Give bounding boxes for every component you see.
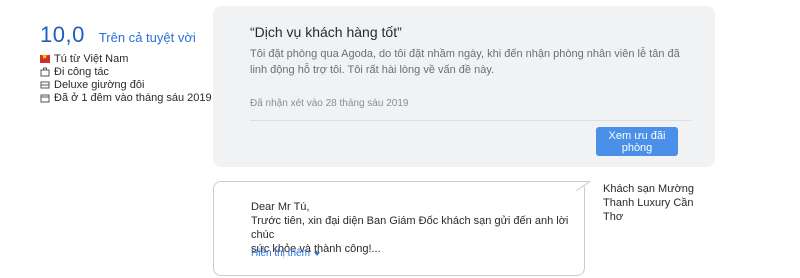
stay-info: Đã ở 1 đêm vào tháng sáu 2019 — [40, 91, 212, 104]
trip-type-text: Đi công tác — [54, 65, 110, 78]
room-type: Deluxe giường đôi — [40, 78, 212, 91]
review-title: “Dịch vụ khách hàng tốt” — [250, 24, 402, 40]
response-greeting: Dear Mr Tú, — [251, 201, 310, 213]
review-date: Đã nhận xét vào 28 tháng sáu 2019 — [250, 98, 409, 109]
reviewer-meta: Tú từ Việt Nam Đi công tác Deluxe giường… — [40, 52, 212, 104]
review-body: Tôi đặt phòng qua Agoda, do tôi đặt nhầm… — [250, 48, 680, 76]
briefcase-icon — [40, 67, 50, 76]
hotel-name: Khách sạn Mường Thanh Luxury Cần Thơ — [603, 183, 695, 223]
review-score: 10,0 — [40, 22, 85, 47]
show-more-link[interactable]: Hiển thị thêm — [251, 248, 320, 259]
review-card: “Dịch vụ khách hàng tốt” Tôi đặt phòng q… — [213, 6, 715, 167]
card-divider — [250, 120, 691, 121]
response-line: Trước tiên, xin đại diện Ban Giám Đốc kh… — [251, 215, 569, 241]
room-type-text: Deluxe giường đôi — [54, 78, 145, 91]
bubble-tail — [576, 181, 590, 191]
stay-info-text: Đã ở 1 đêm vào tháng sáu 2019 — [54, 91, 212, 104]
vietnam-flag-icon — [40, 52, 50, 63]
reviewer-origin-text: Tú từ Việt Nam — [54, 52, 129, 65]
trip-type: Đi công tác — [40, 65, 212, 78]
hotel-response-bubble: Dear Mr Tú, Trước tiên, xin đại diện Ban… — [213, 181, 585, 276]
bed-icon — [40, 81, 50, 88]
view-room-deals-button[interactable]: Xem ưu đãi phòng — [596, 127, 678, 156]
calendar-icon — [40, 94, 50, 102]
reviewer-origin: Tú từ Việt Nam — [40, 52, 212, 65]
score-label: Trên cả tuyệt vời — [98, 30, 196, 45]
chevron-down-icon — [313, 251, 320, 256]
reviewer-score-row: 10,0 Trên cả tuyệt vời — [40, 22, 196, 48]
show-more-label: Hiển thị thêm — [251, 248, 310, 259]
